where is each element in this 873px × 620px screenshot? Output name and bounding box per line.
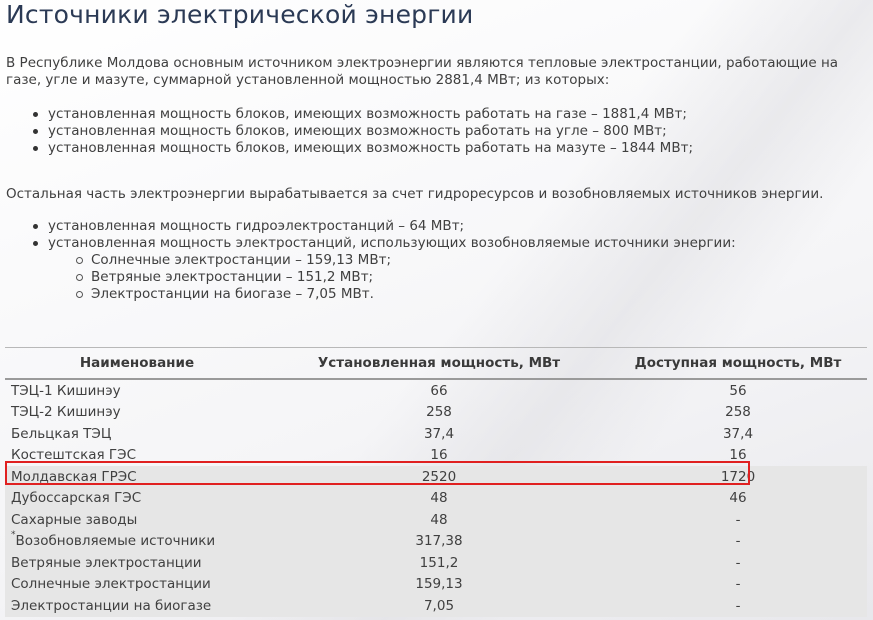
installed-capacity: 16 [430,447,448,464]
list-item-fuel-oil: установленная мощность блоков, имеющих в… [33,140,693,156]
remaining-energy-paragraph: Остальная часть электроэнергии вырабатыв… [6,186,824,202]
available-capacity: 258 [725,404,751,421]
power-plants-table: Наименование Установленная мощность, МВт… [5,347,867,617]
table-row: ТЭЦ-1 Кишинэу 66 56 [5,379,867,402]
plant-name: Бельцкая ТЭЦ [11,425,112,442]
footnote-mark: * [11,530,16,541]
available-capacity: - [609,552,867,574]
plant-name: Солнечные электростанции [5,573,269,595]
available-capacity: 46 [609,487,867,509]
installed-capacity: 66 [430,382,448,399]
available-capacity: - [609,509,867,531]
plant-name: ТЭЦ-1 Кишинэу [11,382,121,399]
list-item-gas: установленная мощность блоков, имеющих в… [33,106,693,123]
available-capacity: 1720 [609,466,867,488]
header-available: Доступная мощность, МВт [609,347,867,380]
plant-name: Молдавская ГРЭС [5,466,269,488]
sublist-item-solar: Солнечные электростанции – 159,13 МВт; [76,252,736,269]
available-capacity: 56 [729,382,747,399]
renewable-label: установленная мощность электростанций, и… [48,235,736,251]
installed-capacity: 7,05 [269,595,609,617]
table-row: *Возобновляемые источники 317,38 - [5,530,867,552]
available-capacity: - [609,573,867,595]
plant-name: Сахарные заводы [5,509,269,531]
installed-capacity: 37,4 [423,425,455,442]
thermal-capacity-list: установленная мощность блоков, имеющих в… [30,106,693,157]
available-capacity: 16 [729,447,747,464]
plant-name-with-footnote: *Возобновляемые источники [5,530,269,552]
renewable-sublist: Солнечные электростанции – 159,13 МВт; В… [48,252,736,303]
table-row: ТЭЦ-2 Кишинэу 258 258 [5,402,867,424]
plant-name: ТЭЦ-2 Кишинэу [11,404,121,421]
available-capacity: 37,4 [722,425,754,442]
table-row: Сахарные заводы 48 - [5,509,867,531]
installed-capacity: 48 [269,509,609,531]
list-item-renewable: установленная мощность электростанций, и… [33,235,736,303]
plant-name: Возобновляемые источники [15,533,216,550]
table-row: Дубоссарская ГЭС 48 46 [5,487,867,509]
table-row: Бельцкая ТЭЦ 37,4 37,4 [5,423,867,445]
installed-capacity: 159,13 [269,573,609,595]
table-row: Костештская ГЭС 16 16 [5,445,867,467]
sublist-item-biogas: Электростанции на биогазе – 7,05 МВт. [76,286,736,303]
installed-capacity: 258 [426,404,452,421]
plant-name: Костештская ГЭС [11,447,137,464]
list-item-hydro: установленная мощность гидроэлектростанц… [33,218,736,235]
table-row-highlighted: Молдавская ГРЭС 2520 1720 [5,466,867,488]
plant-name: Электростанции на биогазе [5,595,269,617]
page-title: Источники электрической энергии [6,0,474,29]
installed-capacity: 317,38 [269,530,609,552]
available-capacity: - [609,595,867,617]
header-name: Наименование [5,347,269,380]
table-row: Электростанции на биогазе 7,05 - [5,595,867,617]
installed-capacity: 2520 [269,466,609,488]
intro-paragraph: В Республике Молдова основным источником… [6,55,839,88]
installed-capacity: 48 [269,487,609,509]
installed-capacity: 151,2 [269,552,609,574]
header-installed: Установленная мощность, МВт [269,347,609,380]
available-capacity: - [609,530,867,552]
table-row: Солнечные электростанции 159,13 - [5,573,867,595]
table-row: Ветряные электростанции 151,2 - [5,552,867,574]
sublist-item-wind: Ветряные электростанции – 151,2 МВт; [76,269,736,286]
plant-name: Дубоссарская ГЭС [5,487,269,509]
table-header-row: Наименование Установленная мощность, МВт… [5,347,867,380]
remaining-capacity-list: установленная мощность гидроэлектростанц… [30,218,736,303]
plant-name: Ветряные электростанции [5,552,269,574]
list-item-coal: установленная мощность блоков, имеющих в… [33,123,693,140]
